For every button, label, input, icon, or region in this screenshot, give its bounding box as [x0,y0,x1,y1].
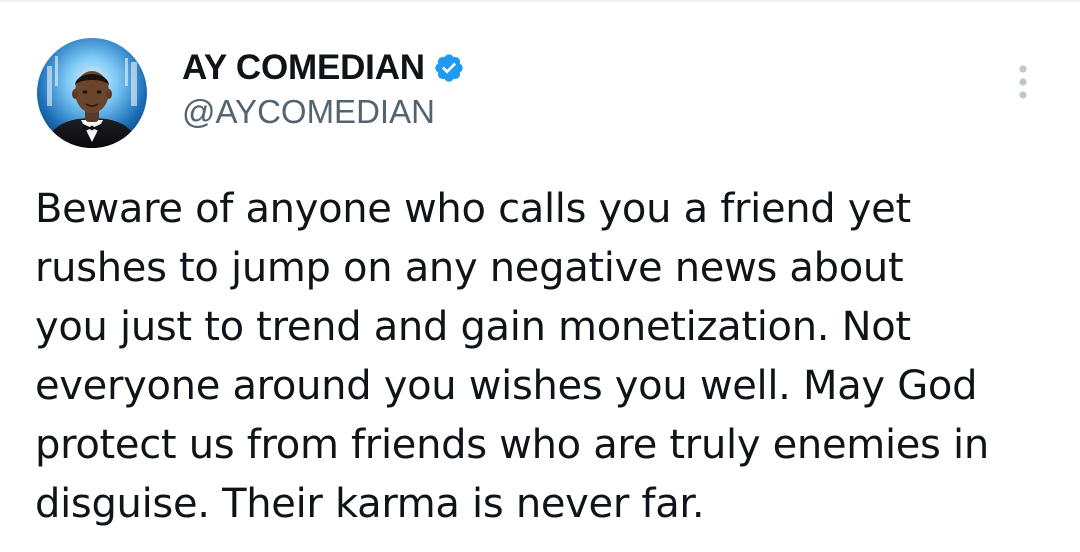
more-vertical-icon [1019,65,1027,99]
tweet-body-text: Beware of anyone who calls you a friend … [35,186,989,527]
author-display-name[interactable]: AY COMEDIAN [182,46,425,90]
verified-badge-icon[interactable] [433,52,465,84]
more-options-button[interactable] [1004,60,1042,104]
tweet-card: AY COMEDIAN @AYCOMEDIAN Beware of anyone… [0,0,1080,552]
author-name-row: AY COMEDIAN [182,46,465,90]
author-handle[interactable]: @AYCOMEDIAN [182,92,435,132]
avatar-photo-icon [37,38,147,148]
author-avatar[interactable] [37,38,147,148]
